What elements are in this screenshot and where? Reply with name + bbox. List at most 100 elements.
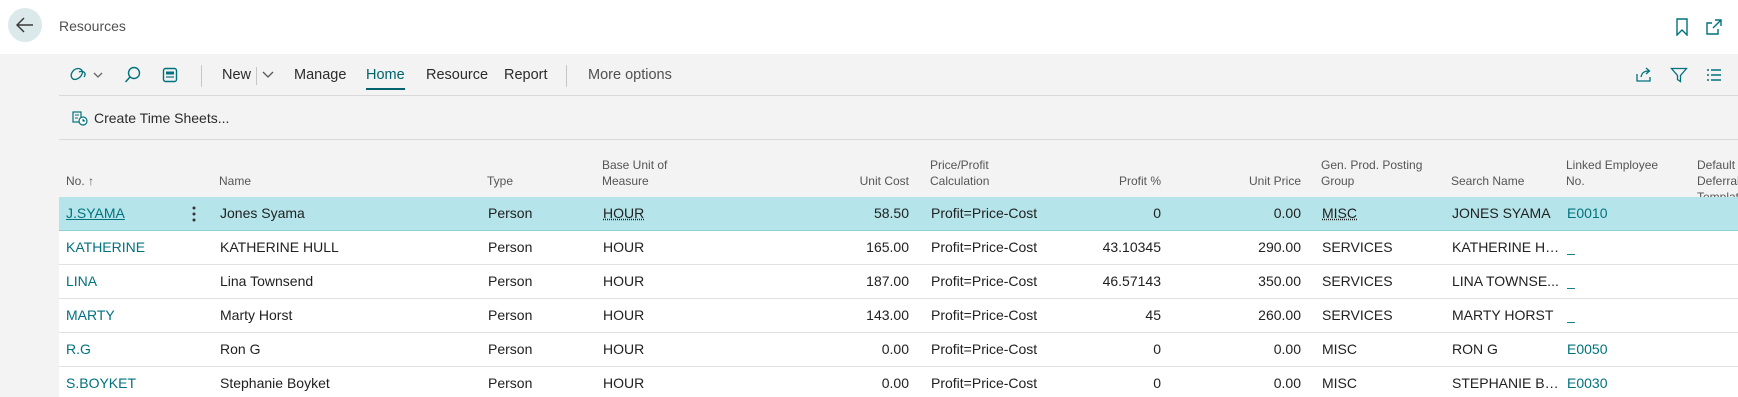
chevron-down-icon[interactable] xyxy=(258,65,278,85)
table-row[interactable]: S.BOYKET Stephanie Boyket Person HOUR 0.… xyxy=(59,367,1738,397)
back-button[interactable] xyxy=(8,8,42,42)
cell-type: Person xyxy=(488,197,588,230)
cell-no[interactable]: LINA xyxy=(66,265,176,298)
cell-no[interactable]: S.BOYKET xyxy=(66,367,176,397)
cell-name: Jones Syama xyxy=(220,197,470,230)
cell-unit-cost: 0.00 xyxy=(759,367,909,397)
cell-linked-employee[interactable]: _ xyxy=(1567,231,1682,264)
cell-type: Person xyxy=(488,231,588,264)
cell-uom: HOUR xyxy=(603,333,723,366)
cell-unit-cost: 187.00 xyxy=(759,265,909,298)
cell-uom: HOUR xyxy=(603,265,723,298)
cell-no[interactable]: KATHERINE xyxy=(66,231,176,264)
time-sheet-icon xyxy=(72,110,88,126)
top-bar: Resources xyxy=(0,0,1738,54)
cell-unit-cost: 143.00 xyxy=(759,299,909,332)
copilot-menu-icon[interactable] xyxy=(70,65,104,85)
cell-profit-pct: 43.10345 xyxy=(1061,231,1161,264)
list-view-icon[interactable] xyxy=(1704,65,1724,85)
cell-search-name: LINA TOWNSE... xyxy=(1452,265,1560,298)
cell-gen-prod-group: MISC xyxy=(1322,367,1437,397)
cell-unit-price: 0.00 xyxy=(1191,197,1301,230)
search-icon[interactable] xyxy=(123,65,143,85)
more-options-button[interactable]: More options xyxy=(588,56,672,94)
column-header-linked-employee-line1: Linked Employee xyxy=(1566,157,1658,173)
cell-type: Person xyxy=(488,333,588,366)
edit-list-icon[interactable] xyxy=(160,65,180,85)
create-time-sheets-button[interactable]: Create Time Sheets... xyxy=(72,108,229,128)
cell-search-name: MARTY HORST xyxy=(1452,299,1560,332)
cell-unit-price: 260.00 xyxy=(1191,299,1301,332)
divider xyxy=(59,95,1738,96)
cell-profit-pct: 0 xyxy=(1061,367,1161,397)
tab-home-label: Home xyxy=(366,67,405,83)
table-row[interactable]: J.SYAMA Jones Syama Person HOUR 58.50 Pr… xyxy=(59,197,1738,231)
column-header-gen-prod-line2: Group xyxy=(1321,173,1422,189)
column-header-base-uom-line1: Base Unit of xyxy=(602,157,667,173)
open-new-window-icon[interactable] xyxy=(1704,17,1724,37)
tab-manage[interactable]: Manage xyxy=(294,56,346,94)
row-menu-icon[interactable] xyxy=(187,205,201,223)
table-row[interactable]: LINA Lina Townsend Person HOUR 187.00 Pr… xyxy=(59,265,1738,299)
separator xyxy=(566,65,567,87)
column-header-price-calc-line1: Price/Profit xyxy=(930,157,989,173)
cell-unit-cost: 0.00 xyxy=(759,333,909,366)
cell-price-calc: Profit=Price-Cost xyxy=(931,367,1056,397)
column-header-unit-cost[interactable]: Unit Cost xyxy=(759,173,909,189)
filter-icon[interactable] xyxy=(1669,65,1689,85)
tab-home[interactable]: Home xyxy=(366,56,405,94)
column-header-search-name[interactable]: Search Name xyxy=(1451,173,1524,189)
cell-no[interactable]: J.SYAMA xyxy=(66,197,176,230)
cell-linked-employee[interactable]: E0030 xyxy=(1567,367,1682,397)
cell-search-name: STEPHANIE BO... xyxy=(1452,367,1560,397)
cell-uom: HOUR xyxy=(603,231,723,264)
column-header-base-uom[interactable]: Base Unit of Measure xyxy=(602,157,667,189)
page-title: Resources xyxy=(59,18,126,34)
column-header-unit-price[interactable]: Unit Price xyxy=(1191,173,1301,189)
cell-uom: HOUR xyxy=(603,197,723,230)
cell-unit-price: 350.00 xyxy=(1191,265,1301,298)
active-tab-indicator xyxy=(366,88,405,90)
column-header-price-calc[interactable]: Price/Profit Calculation xyxy=(930,157,989,189)
column-header-linked-employee-line2: No. xyxy=(1566,173,1658,189)
cell-linked-employee[interactable]: E0050 xyxy=(1567,333,1682,366)
column-header-base-uom-line2: Measure xyxy=(602,173,667,189)
cell-gen-prod-group: MISC xyxy=(1322,197,1437,230)
action-bar: New Manage Home Resource Report More opt… xyxy=(0,56,1738,94)
cell-linked-employee[interactable]: _ xyxy=(1567,299,1682,332)
cell-uom: HOUR xyxy=(603,367,723,397)
cell-unit-price: 0.00 xyxy=(1191,333,1301,366)
cell-linked-employee[interactable]: _ xyxy=(1567,265,1682,298)
cell-type: Person xyxy=(488,299,588,332)
table-row[interactable]: R.G Ron G Person HOUR 0.00 Profit=Price-… xyxy=(59,333,1738,367)
cell-name: Marty Horst xyxy=(220,299,470,332)
cell-name: KATHERINE HULL xyxy=(220,231,470,264)
column-header-name[interactable]: Name xyxy=(219,173,251,189)
cell-profit-pct: 45 xyxy=(1061,299,1161,332)
tab-resource[interactable]: Resource xyxy=(426,56,488,94)
cell-unit-cost: 165.00 xyxy=(759,231,909,264)
tab-report[interactable]: Report xyxy=(504,56,548,94)
cell-uom: HOUR xyxy=(603,299,723,332)
cell-search-name: KATHERINE HULL xyxy=(1452,231,1560,264)
cell-gen-prod-group: SERVICES xyxy=(1322,265,1437,298)
column-header-linked-employee[interactable]: Linked Employee No. xyxy=(1566,157,1658,189)
new-button[interactable]: New xyxy=(222,56,251,94)
cell-no[interactable]: MARTY xyxy=(66,299,176,332)
cell-gen-prod-group: SERVICES xyxy=(1322,299,1437,332)
cell-unit-cost: 58.50 xyxy=(759,197,909,230)
column-header-type[interactable]: Type xyxy=(487,173,513,189)
cell-no[interactable]: R.G xyxy=(66,333,176,366)
table-row[interactable]: MARTY Marty Horst Person HOUR 143.00 Pro… xyxy=(59,299,1738,333)
column-header-no[interactable]: No. ↑ xyxy=(66,173,94,189)
column-header-gen-prod-group[interactable]: Gen. Prod. Posting Group xyxy=(1321,157,1422,189)
table-row[interactable]: KATHERINE KATHERINE HULL Person HOUR 165… xyxy=(59,231,1738,265)
bookmark-icon[interactable] xyxy=(1672,17,1692,37)
cell-profit-pct: 0 xyxy=(1061,333,1161,366)
cell-linked-employee[interactable]: E0010 xyxy=(1567,197,1682,230)
cell-name: Ron G xyxy=(220,333,470,366)
create-time-sheets-label: Create Time Sheets... xyxy=(94,110,229,126)
share-icon[interactable] xyxy=(1634,65,1654,85)
column-header-profit-pct[interactable]: Profit % xyxy=(1061,173,1161,189)
cell-type: Person xyxy=(488,367,588,397)
